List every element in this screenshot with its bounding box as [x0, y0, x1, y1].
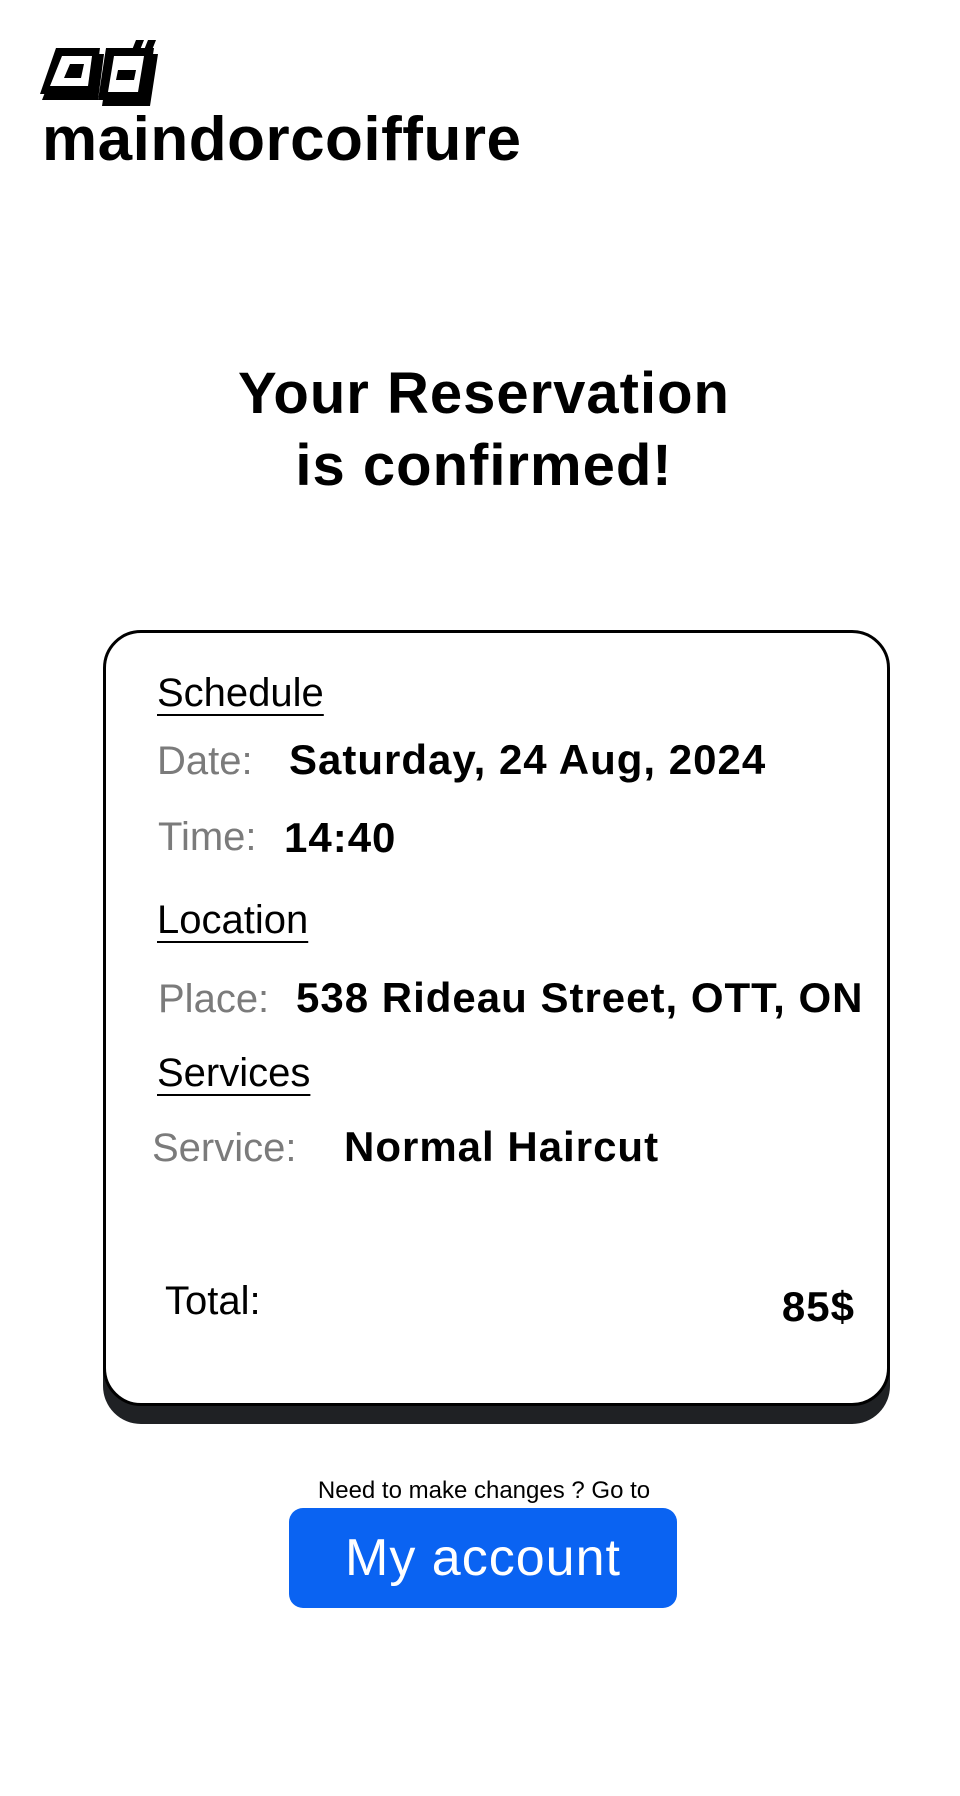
brand-logo-icon — [40, 40, 158, 106]
brand-name: maindorcoiffure — [42, 105, 522, 174]
place-value: 538 Rideau Street, OTT, ON — [296, 974, 864, 1021]
time-value: 14:40 — [284, 814, 397, 861]
reservation-card: Schedule Date: Saturday, 24 Aug, 2024 Ti… — [103, 630, 890, 1406]
location-heading: Location — [157, 898, 309, 942]
date-label: Date: — [157, 739, 253, 783]
page-title-line-1: Your Reservation — [238, 361, 730, 426]
services-heading: Services — [157, 1051, 311, 1095]
total-value: 85$ — [781, 1283, 855, 1330]
date-value: Saturday, 24 Aug, 2024 — [289, 736, 767, 783]
page-title-line-2: is confirmed! — [295, 433, 673, 498]
service-value: Normal Haircut — [344, 1123, 660, 1170]
time-label: Time: — [158, 815, 257, 859]
changes-note: Need to make changes ? Go to — [317, 1477, 651, 1504]
total-label: Total: — [165, 1279, 261, 1323]
page-title: Your Reservation is confirmed! — [0, 358, 960, 502]
schedule-heading: Schedule — [157, 671, 324, 715]
service-label: Service: — [152, 1126, 297, 1170]
my-account-button[interactable]: My account — [289, 1508, 677, 1608]
place-label: Place: — [158, 977, 270, 1021]
